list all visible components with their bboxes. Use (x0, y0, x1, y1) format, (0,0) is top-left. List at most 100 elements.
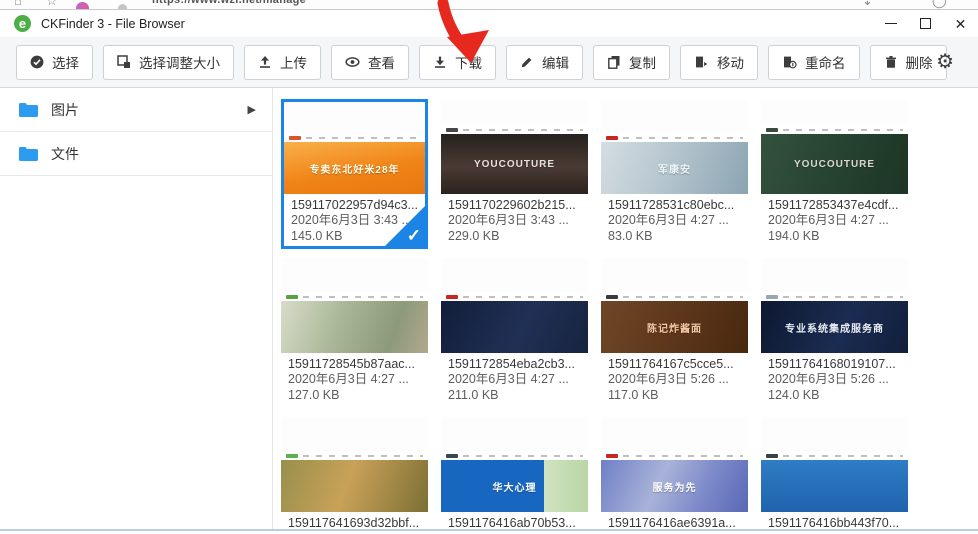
file-size: 117.0 KB (608, 388, 741, 404)
thumbnail-site-logo (766, 454, 778, 458)
file-card[interactable]: 专业系统集成服务商 15911764168019107... 2020年6月3日… (761, 258, 908, 408)
file-name: 1591176416ab70b53... (448, 515, 581, 531)
file-card[interactable]: 服务为先 1591176416ae6391a... ✓ (601, 417, 748, 531)
thumbnail-page-top (281, 417, 428, 451)
close-button[interactable]: ✕ (943, 10, 978, 37)
upload-button[interactable]: 上传 (244, 45, 321, 80)
sidebar-folder-images[interactable]: 图片 ▶ (0, 88, 272, 132)
copy-button[interactable]: 复制 (593, 45, 670, 80)
thumbnail-nav-strip (441, 125, 588, 134)
file-card[interactable]: YOUCOUTURE 1591172853437e4cdf... 2020年6月… (761, 99, 908, 249)
file-name: 159117641693d32bbf... (288, 515, 421, 531)
thumbnail-site-logo (446, 128, 458, 132)
copy-button-label: 复制 (629, 52, 656, 72)
view-button-label: 查看 (368, 52, 395, 72)
folder-label: 文件 (51, 144, 256, 164)
delete-button[interactable]: 删除 (870, 45, 947, 80)
view-button[interactable]: 查看 (331, 45, 409, 80)
folder-icon (18, 146, 38, 162)
settings-gear-icon[interactable]: ⚙ (936, 52, 954, 72)
file-size: 229.0 KB (448, 229, 581, 245)
thumbnail-nav-strip (601, 133, 748, 142)
file-name: 15911728545b87aac... (288, 356, 421, 372)
thumbnail-banner (761, 460, 908, 512)
file-meta: 1591170229602b215... 2020年6月3日 3:43 ... … (441, 194, 588, 244)
copy-icon (607, 55, 621, 69)
window-controls: ✕ (873, 10, 978, 37)
file-card[interactable]: 军康安 15911728531c80ebc... 2020年6月3日 4:27 … (601, 99, 748, 249)
thumbnail-nav-links (623, 296, 743, 298)
file-card[interactable]: 专卖东北好米28年 159117022957d94c3... 2020年6月3日… (281, 99, 428, 249)
sidebar-folder-files[interactable]: 文件 (0, 132, 272, 176)
file-card[interactable]: YOUCOUTURE 1591170229602b215... 2020年6月3… (441, 99, 588, 249)
file-meta: 1591176416bb443f70... (761, 512, 908, 531)
thumbnail-site-logo (606, 136, 618, 140)
profile-icon: ◯ (932, 0, 947, 9)
file-meta: 15911728531c80ebc... 2020年6月3日 4:27 ... … (601, 194, 748, 244)
folder-sidebar: 图片 ▶ 文件 (0, 88, 273, 531)
thumbnail-nav-links (306, 137, 420, 139)
file-size: 211.0 KB (448, 388, 581, 404)
file-thumbnail: YOUCOUTURE (761, 99, 908, 194)
file-name: 1591176416bb443f70... (768, 515, 901, 531)
thumbnail-nav-links (623, 137, 743, 139)
thumbnail-nav-strip (601, 451, 748, 460)
title-bar: e CKFinder 3 - File Browser ✕ (0, 10, 978, 37)
select-button-label: 选择 (52, 52, 79, 72)
file-name: 15911728531c80ebc... (608, 197, 741, 213)
thumbnail-banner: 军康安 (601, 142, 748, 194)
expand-arrow-icon[interactable]: ▶ (248, 103, 256, 116)
thumbnail-nav-links (463, 296, 583, 298)
delete-button-label: 删除 (906, 52, 933, 72)
move-button[interactable]: 移动 (680, 45, 758, 80)
file-card[interactable]: 159117641693d32bbf... ✓ (281, 417, 428, 531)
maximize-button[interactable] (908, 10, 943, 37)
select-resized-button[interactable]: 选择调整大小 (103, 45, 234, 80)
file-thumbnail (761, 417, 908, 512)
file-card[interactable]: 15911728545b87aac... 2020年6月3日 4:27 ... … (281, 258, 428, 408)
file-thumbnail: 军康安 (601, 99, 748, 194)
thumbnail-banner: YOUCOUTURE (441, 134, 588, 194)
file-card[interactable]: 1591176416bb443f70... ✓ (761, 417, 908, 531)
thumbnail-banner-text: 专卖东北好米28年 (309, 161, 399, 176)
thumbnail-banner: 服务为先 (601, 460, 748, 512)
thumbnail-page-top (441, 99, 588, 125)
file-grid: 专卖东北好米28年 159117022957d94c3... 2020年6月3日… (281, 99, 978, 531)
ckfinder-window: e CKFinder 3 - File Browser ✕ 选择 选择调整大小 … (0, 10, 978, 531)
ckfinder-logo-icon: e (14, 15, 31, 32)
select-resized-button-label: 选择调整大小 (139, 52, 220, 72)
file-date: 2020年6月3日 5:26 ... (608, 372, 741, 388)
rename-button[interactable]: 重命名 (768, 45, 860, 80)
folder-label: 图片 (51, 100, 235, 120)
file-name: 1591176416ae6391a... (608, 515, 741, 531)
folder-icon (18, 102, 38, 118)
download-button[interactable]: 下载 (419, 45, 496, 80)
file-meta: 159117641693d32bbf... (281, 512, 428, 531)
content-area: 图片 ▶ 文件 专卖东北好米28年 159117022957d94c3... 2… (0, 88, 978, 531)
file-thumbnail: 陈记炸酱面 (601, 258, 748, 353)
eye-icon (345, 55, 360, 69)
file-name: 1591172853437e4cdf... (768, 197, 901, 213)
toolbar: 选择 选择调整大小 上传 查看 下载 编辑 复制 移动 (0, 37, 978, 88)
file-meta: 1591172853437e4cdf... 2020年6月3日 4:27 ...… (761, 194, 908, 244)
file-card[interactable]: 1591172854eba2cb3... 2020年6月3日 4:27 ... … (441, 258, 588, 408)
minimize-icon (885, 23, 897, 24)
select-button[interactable]: 选择 (16, 45, 93, 80)
thumbnail-nav-links (303, 455, 423, 457)
thumbnail-page-top (441, 417, 588, 451)
selected-check-icon: ✓ (407, 227, 421, 244)
thumbnail-nav-strip (281, 451, 428, 460)
thumbnail-page-top (761, 417, 908, 451)
edit-button[interactable]: 编辑 (506, 45, 583, 80)
thumbnail-page-top (601, 417, 748, 451)
file-name: 15911764167c5cce5... (608, 356, 741, 372)
thumbnail-page-top (281, 258, 428, 292)
minimize-button[interactable] (873, 10, 908, 37)
file-card[interactable]: 华大心理 1591176416ab70b53... ✓ (441, 417, 588, 531)
thumbnail-banner: 陈记炸酱面 (601, 301, 748, 353)
edit-button-label: 编辑 (542, 52, 569, 72)
thumbnail-banner-text: 专业系统集成服务商 (785, 320, 884, 335)
resize-icon (117, 55, 131, 69)
download-button-label: 下载 (455, 52, 482, 72)
file-card[interactable]: 陈记炸酱面 15911764167c5cce5... 2020年6月3日 5:2… (601, 258, 748, 408)
